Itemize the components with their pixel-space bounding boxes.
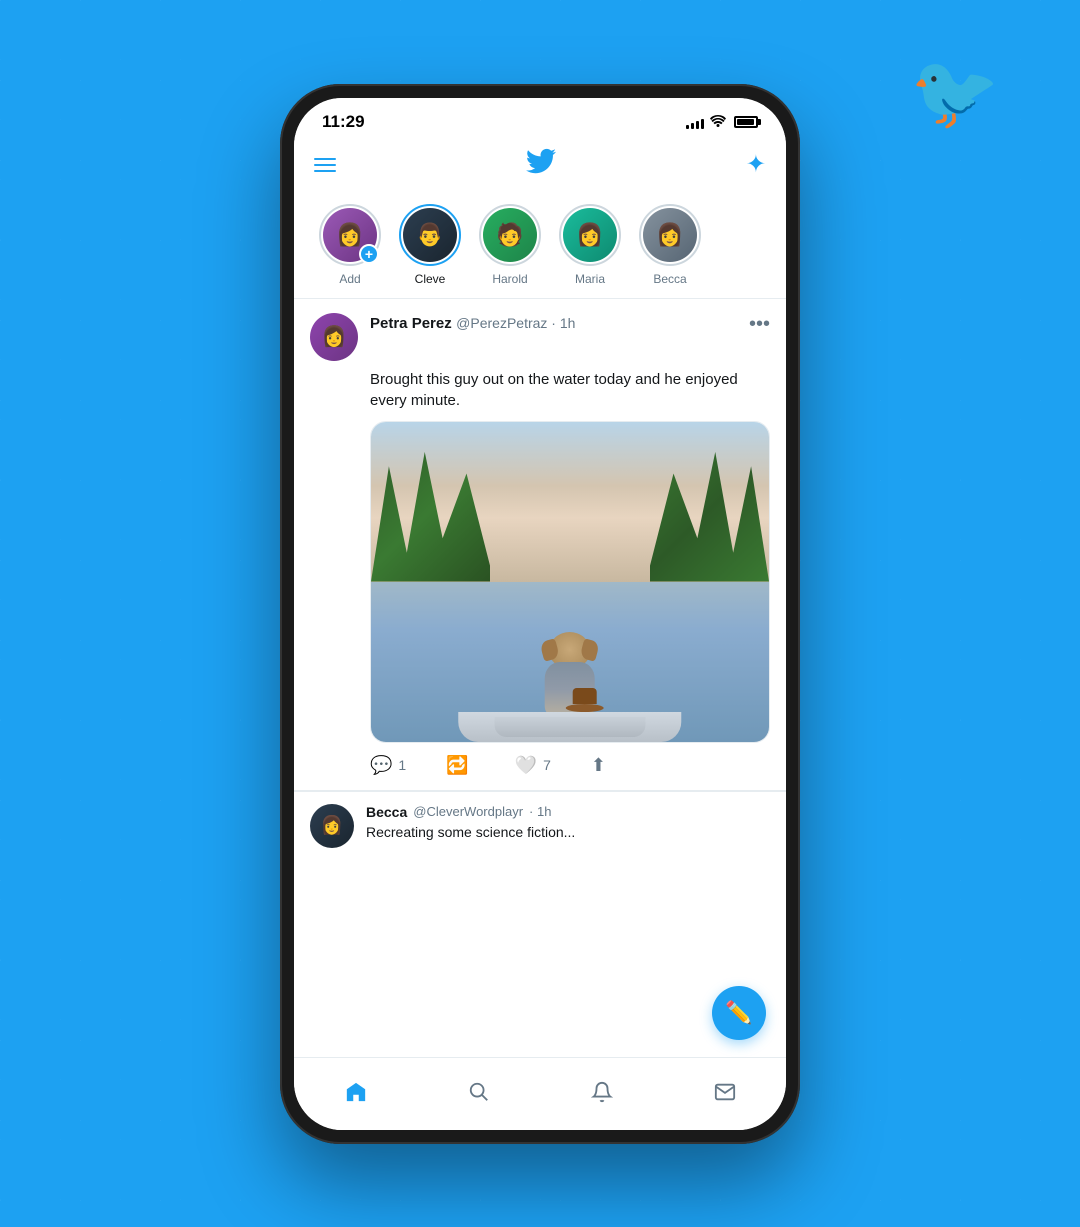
nav-notifications-button[interactable] <box>580 1070 624 1114</box>
tweet-feed: 👩 Petra Perez @PerezPetraz · 1h ••• Brou <box>294 299 786 1057</box>
reply-icon: 💬 <box>370 755 392 776</box>
preview-content: Becca @CleverWordplayr · 1h Recreating s… <box>366 804 770 840</box>
tweet-author-avatar[interactable]: 👩 <box>310 313 358 361</box>
preview-tweet: 👩 Becca @CleverWordplayr · 1h Recreating… <box>294 791 786 860</box>
twitter-logo <box>526 148 556 182</box>
tweet-actions: 💬 1 🔁 🤍 7 ⬆ <box>370 755 770 776</box>
bottom-nav <box>294 1057 786 1130</box>
tweet-image <box>370 421 770 743</box>
like-icon: 🤍 <box>515 755 537 776</box>
preview-author-avatar[interactable]: 👩 <box>310 804 354 848</box>
battery-icon <box>734 116 758 128</box>
preview-author-handle: @CleverWordplayr <box>413 804 523 819</box>
share-button[interactable]: ⬆ <box>591 755 606 776</box>
nav-bar: ✦ <box>294 140 786 192</box>
tweet-more-button[interactable]: ••• <box>749 313 770 336</box>
story-label-cleve: Cleve <box>415 272 446 286</box>
like-count: 7 <box>543 757 551 773</box>
story-item-maria[interactable]: 👩 Maria <box>550 204 630 286</box>
status-time: 11:29 <box>322 112 365 132</box>
tweet-author-handle: @PerezPetraz · <box>456 315 560 331</box>
retweet-button[interactable]: 🔁 <box>446 755 474 776</box>
tweet-item: 👩 Petra Perez @PerezPetraz · 1h ••• Brou <box>294 299 786 791</box>
tweet-text: Brought this guy out on the water today … <box>370 369 770 411</box>
phone-frame: 11:29 <box>280 84 800 1144</box>
preview-time: · 1h <box>529 804 551 819</box>
nav-messages-button[interactable] <box>703 1070 747 1114</box>
reply-button[interactable]: 💬 1 <box>370 755 406 776</box>
compose-fab-button[interactable]: ✏️ <box>712 986 766 1040</box>
story-item-harold[interactable]: 🧑 Harold <box>470 204 550 286</box>
preview-text: Recreating some science fiction... <box>366 824 770 840</box>
tweet-time: 1h <box>560 315 576 331</box>
retweet-icon: 🔁 <box>446 755 468 776</box>
hat <box>566 690 604 712</box>
story-label-becca: Becca <box>653 272 686 286</box>
sparkle-icon[interactable]: ✦ <box>746 150 766 179</box>
twitter-bg-logo: 🐦 <box>910 50 1000 135</box>
tweet-author-name: Petra Perez <box>370 315 452 332</box>
nav-home-button[interactable] <box>334 1070 378 1114</box>
boat <box>431 566 710 742</box>
status-bar: 11:29 <box>294 98 786 140</box>
signal-icon <box>686 115 704 129</box>
hamburger-menu-button[interactable] <box>314 158 336 172</box>
story-item-cleve[interactable]: 👨 Cleve <box>390 204 470 286</box>
tweet-header: 👩 Petra Perez @PerezPetraz · 1h ••• <box>310 313 770 361</box>
nav-search-button[interactable] <box>457 1070 501 1114</box>
boat-body <box>459 712 682 742</box>
story-item-add[interactable]: 👩 + Add <box>310 204 390 286</box>
stories-bar: 👩 + Add 👨 Cleve 🧑 Harold <box>294 192 786 299</box>
story-label-add: Add <box>339 272 360 286</box>
share-icon: ⬆ <box>591 755 606 776</box>
status-icons <box>686 113 758 130</box>
wifi-icon <box>710 113 726 130</box>
story-item-becca[interactable]: 👩 Becca <box>630 204 710 286</box>
story-label-harold: Harold <box>492 272 527 286</box>
story-label-maria: Maria <box>575 272 605 286</box>
tweet-meta: Petra Perez @PerezPetraz · 1h ••• <box>370 313 770 336</box>
add-story-badge: + <box>359 244 379 264</box>
phone-screen: 11:29 <box>294 98 786 1130</box>
like-button[interactable]: 🤍 7 <box>515 755 551 776</box>
reply-count: 1 <box>398 757 406 773</box>
preview-author-name: Becca <box>366 804 407 820</box>
